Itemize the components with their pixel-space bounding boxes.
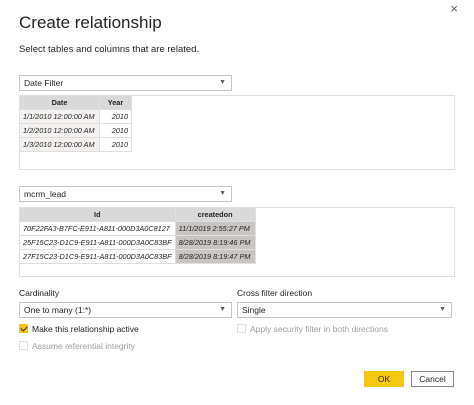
table2-preview-grid: Id createdon 70F22FA3-B7FC-E911-A811-000… bbox=[19, 207, 256, 264]
column-header-date[interactable]: Date bbox=[19, 95, 100, 110]
ok-button[interactable]: OK bbox=[364, 371, 404, 387]
table-row: 70F22FA3-B7FC-E911-A811-000D3A0C8127 11/… bbox=[19, 221, 256, 236]
table-cell: 1/1/2010 12:00:00 AM bbox=[19, 109, 100, 124]
table-cell: 25F15C23-D1C9-E911-A811-000D3A0C83BF bbox=[19, 235, 176, 250]
table2-select-value: mcrm_lead bbox=[24, 189, 67, 199]
cardinality-select-value: One to many (1:*) bbox=[24, 305, 92, 315]
table-cell: 8/28/2019 8:19:47 PM bbox=[174, 249, 256, 264]
table1-select[interactable]: Date Filter ▼ bbox=[19, 75, 232, 91]
cross-filter-select-value: Single bbox=[242, 305, 266, 315]
table-cell: 1/2/2010 12:00:00 AM bbox=[19, 123, 100, 138]
table-row: 1/2/2010 12:00:00 AM 2010 bbox=[19, 123, 132, 138]
table-cell: 2010 bbox=[99, 109, 132, 124]
table-row: 1/1/2010 12:00:00 AM 2010 bbox=[19, 109, 132, 124]
table-cell: 11/1/2019 2:55:27 PM bbox=[174, 221, 256, 236]
create-relationship-dialog: × Create relationship Select tables and … bbox=[0, 0, 474, 405]
column-header-id[interactable]: Id bbox=[19, 207, 176, 222]
referential-integrity-checkbox[interactable] bbox=[19, 341, 28, 350]
table-cell: 70F22FA3-B7FC-E911-A811-000D3A0C8127 bbox=[19, 221, 176, 236]
cardinality-select[interactable]: One to many (1:*) ▼ bbox=[19, 302, 232, 318]
security-filter-label: Apply security filter in both directions bbox=[250, 324, 388, 334]
table-cell: 2010 bbox=[99, 123, 132, 138]
column-header-year[interactable]: Year bbox=[99, 95, 132, 110]
chevron-down-icon: ▼ bbox=[219, 306, 226, 313]
cross-filter-label: Cross filter direction bbox=[237, 288, 313, 298]
column-header-createdon[interactable]: createdon bbox=[174, 207, 256, 222]
referential-integrity-label: Assume referential integrity bbox=[32, 341, 135, 351]
active-checkbox-label: Make this relationship active bbox=[32, 324, 139, 334]
table-row: 27F15C23-D1C9-E911-A811-000D3A0C83BF 8/2… bbox=[19, 249, 256, 264]
dialog-title: Create relationship bbox=[19, 13, 162, 32]
table-row: 25F15C23-D1C9-E911-A811-000D3A0C83BF 8/2… bbox=[19, 235, 256, 250]
active-checkbox[interactable] bbox=[19, 324, 28, 333]
chevron-down-icon: ▼ bbox=[439, 306, 446, 313]
close-icon[interactable]: × bbox=[450, 2, 458, 15]
table-row: 1/3/2010 12:00:00 AM 2010 bbox=[19, 137, 132, 152]
table2-select[interactable]: mcrm_lead ▼ bbox=[19, 186, 232, 202]
table1-preview-grid: Date Year 1/1/2010 12:00:00 AM 2010 1/2/… bbox=[19, 95, 132, 152]
cardinality-label: Cardinality bbox=[19, 288, 60, 298]
dialog-subtitle: Select tables and columns that are relat… bbox=[19, 44, 200, 55]
table1-select-value: Date Filter bbox=[24, 78, 64, 88]
cross-filter-select[interactable]: Single ▼ bbox=[237, 302, 452, 318]
chevron-down-icon: ▼ bbox=[219, 79, 226, 86]
table-cell: 27F15C23-D1C9-E911-A811-000D3A0C83BF bbox=[19, 249, 176, 264]
security-filter-checkbox[interactable] bbox=[237, 324, 246, 333]
table-cell: 2010 bbox=[99, 137, 132, 152]
table-cell: 1/3/2010 12:00:00 AM bbox=[19, 137, 100, 152]
cancel-button[interactable]: Cancel bbox=[411, 371, 454, 387]
table-cell: 8/28/2019 8:19:46 PM bbox=[174, 235, 256, 250]
chevron-down-icon: ▼ bbox=[219, 190, 226, 197]
